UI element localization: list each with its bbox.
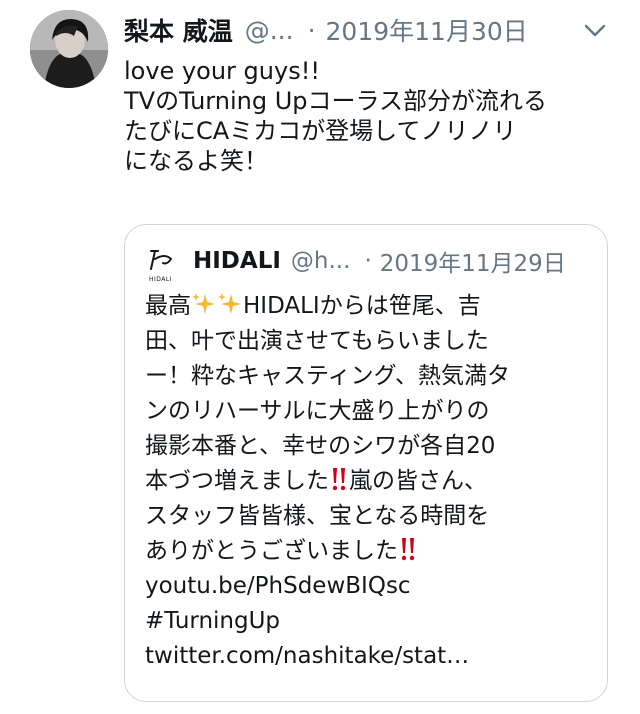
sparkles-icon — [192, 293, 215, 314]
quoted-line-text: 本づつ増えました — [145, 468, 329, 494]
quoted-author-handle[interactable]: @h... — [291, 248, 351, 274]
quoted-line-text: HIDALIからは笹尾、吉 — [243, 293, 481, 319]
tweet[interactable]: 梨本 威温 @... · 2019年11月30日 love your guys!… — [0, 0, 640, 714]
separator-dot: · — [307, 15, 316, 45]
quoted-line: 最高 HIDALIからは笹尾、吉 — [145, 289, 595, 324]
tweet-date[interactable]: 2019年11月30日 — [326, 12, 528, 48]
quoted-line: ー！粋なキャスティング、熱気満タ — [145, 363, 511, 389]
separator-dot: · — [364, 248, 372, 274]
sparkles-icon — [218, 293, 241, 314]
quoted-author-name[interactable]: HIDALI — [193, 248, 281, 274]
quoted-text: 最高 HIDALIからは笹尾、吉 田、叶で出演させてもらいました ー！粋なキャス… — [145, 289, 595, 674]
quoted-line-text: 嵐の皆さん、 — [349, 468, 487, 494]
quoted-line-text: 最高 — [145, 293, 191, 319]
hashtag-link[interactable]: #TurningUp — [145, 604, 595, 639]
author-handle[interactable]: @... — [245, 16, 294, 45]
quoted-tweet[interactable]: HIDALI HIDALI @h... · 2019年11月29日 最高 HID… — [124, 224, 608, 702]
double-exclamation-icon — [332, 468, 346, 491]
twitter-link[interactable]: twitter.com/nashitake/stat… — [145, 639, 595, 674]
youtube-link[interactable]: youtu.be/PhSdewBIQsc — [145, 569, 595, 604]
author-name[interactable]: 梨本 威温 — [124, 12, 233, 48]
quoted-avatar[interactable]: HIDALI — [145, 243, 181, 287]
tweet-header: 梨本 威温 @... · 2019年11月30日 — [124, 12, 624, 48]
quoted-line: ンのリハーサルに大盛り上がりの — [145, 398, 490, 424]
double-exclamation-icon — [401, 538, 415, 561]
tweet-line: love your guys!! — [124, 57, 320, 85]
quoted-header: HIDALI @h... · 2019年11月29日 — [193, 245, 566, 277]
tweet-line: TVのTurning Upコーラス部分が流れる — [124, 87, 548, 115]
tweet-line: たびにCAミカコが登場してノリノリ — [124, 117, 517, 145]
tweet-line: になるよ笑！ — [124, 147, 268, 175]
svg-text:HIDALI: HIDALI — [149, 276, 172, 283]
chevron-down-icon — [584, 24, 606, 37]
quoted-line: スタッフ皆皆様、宝となる時間を — [145, 503, 490, 529]
quoted-line: ありがとうございました — [145, 534, 595, 569]
tweet-text: love your guys!! TVのTurning Upコーラス部分が流れる… — [124, 56, 624, 176]
hidali-logo-icon: HIDALI — [149, 250, 173, 283]
quoted-line: 田、叶で出演させてもらいました — [145, 328, 489, 354]
quoted-date[interactable]: 2019年11月29日 — [380, 244, 566, 278]
quoted-line: 本づつ増えました 嵐の皆さん、 — [145, 464, 595, 499]
avatar[interactable] — [30, 10, 108, 88]
more-options-button[interactable] — [580, 16, 610, 46]
avatar-photo — [30, 10, 108, 88]
quoted-line-text: ありがとうございました — [145, 538, 398, 564]
quoted-line: 撮影本番と、幸せのシワが各自20 — [145, 433, 496, 459]
